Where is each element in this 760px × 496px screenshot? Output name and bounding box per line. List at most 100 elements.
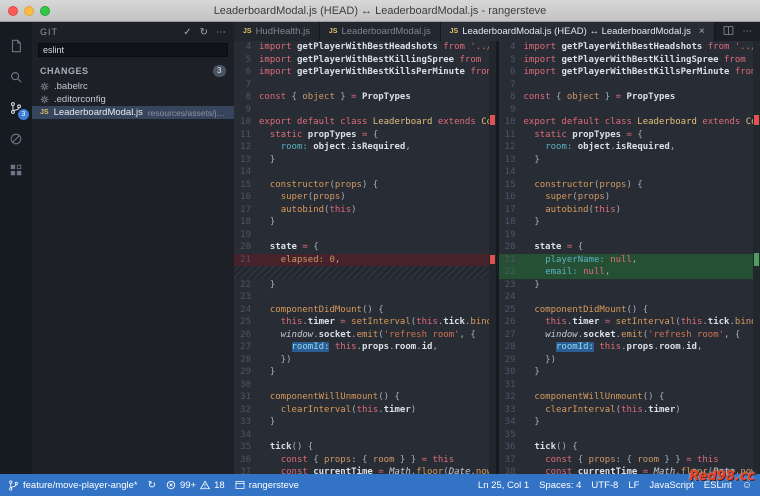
task-item[interactable]: rangersteve [230,474,304,496]
code-line[interactable]: 13 } [499,154,754,167]
code-line[interactable]: 24 [499,291,754,304]
code-line[interactable]: 11 static propTypes = { [499,129,754,142]
code-line[interactable]: 35 [499,429,754,442]
code-line[interactable]: 17 autobind(this) [234,204,489,217]
close-tab-icon[interactable]: × [699,26,705,37]
code-line[interactable]: 30 [234,379,489,392]
code-line[interactable]: 34 } [499,416,754,429]
code-line[interactable]: 21 playerName: null, [499,254,754,267]
code-line[interactable]: 16 super(props) [234,191,489,204]
code-line[interactable]: 26 this.timer = setInterval(this.tick.bi… [499,316,754,329]
zoom-window-button[interactable] [40,6,50,16]
code-line[interactable]: 29 } [234,366,489,379]
changes-section-header[interactable]: CHANGES 3 [32,63,234,80]
code-line[interactable]: 12 room: object.isRequired, [499,141,754,154]
code-line[interactable]: 9 [234,104,489,117]
code-line[interactable]: 11 static propTypes = { [234,129,489,142]
code-line[interactable]: 20 state = { [234,241,489,254]
split-editor-icon[interactable] [723,25,734,39]
code-line[interactable]: 17 autobind(this) [499,204,754,217]
encoding-item[interactable]: UTF-8 [586,474,623,496]
code-line[interactable]: 6import getPlayerWithBestKillsPerMinute … [234,66,489,79]
code-line[interactable]: 25 componentDidMount() { [499,304,754,317]
code-line[interactable]: 4import getPlayerWithBestHeadshots from … [234,41,489,54]
code-line[interactable]: 15 constructor(props) { [499,179,754,192]
code-line[interactable]: 36 const { props: { room } } = this [234,454,489,467]
code-line[interactable]: 27 window.socket.emit('refresh room', { [499,329,754,342]
more-actions-icon[interactable]: ⋯ [216,27,226,38]
commit-message-input[interactable]: eslint [38,43,228,57]
code-line[interactable]: 18 } [234,216,489,229]
code-line[interactable]: 12 room: object.isRequired, [234,141,489,154]
extensions-icon[interactable] [0,154,32,185]
search-icon[interactable] [0,61,32,92]
code-line[interactable]: 33 clearInterval(this.timer) [499,404,754,417]
code-line[interactable]: 8const { object } = PropTypes [499,91,754,104]
diff-left-pane[interactable]: 4import getPlayerWithBestHeadshots from … [234,41,496,474]
file-row-leaderboardmodal[interactable]: JS LeaderboardModal.js resources/assets/… [32,106,234,119]
code-line[interactable]: 4import getPlayerWithBestHeadshots from … [499,41,754,54]
code-line[interactable]: 7 [234,79,489,92]
file-row-editorconfig[interactable]: .editorconfig [32,93,234,106]
code-line[interactable]: 23 } [499,279,754,292]
code-line[interactable]: 26 window.socket.emit('refresh room', { [234,329,489,342]
left-overview-ruler[interactable] [489,41,496,474]
code-line[interactable]: 37 const currentTime = Math.floor(Date.n… [234,466,489,474]
code-line[interactable]: 20 state = { [499,241,754,254]
code-line[interactable]: 24 componentDidMount() { [234,304,489,317]
code-line[interactable]: 25 this.timer = setInterval(this.tick.bi… [234,316,489,329]
minimize-window-button[interactable] [24,6,34,16]
diff-right-pane[interactable]: 4import getPlayerWithBestHeadshots from … [499,41,760,474]
source-control-icon[interactable]: 3 [0,92,32,123]
code-line[interactable]: 19 [499,229,754,242]
code-line[interactable]: 31 [499,379,754,392]
code-line[interactable]: 19 [234,229,489,242]
code-line[interactable]: 37 const { props: { room } } = this [499,454,754,467]
indentation-item[interactable]: Spaces: 4 [534,474,586,496]
code-line[interactable]: 15 constructor(props) { [234,179,489,192]
code-line[interactable]: 33 } [234,416,489,429]
right-overview-ruler[interactable] [753,41,760,474]
code-line[interactable]: 32 clearInterval(this.timer) [234,404,489,417]
code-line[interactable]: 28 roomId: this.props.room.id, [499,341,754,354]
code-line[interactable] [234,266,489,279]
debug-icon[interactable] [0,123,32,154]
explorer-icon[interactable] [0,30,32,61]
code-line[interactable]: 29 }) [499,354,754,367]
code-line[interactable]: 10export default class Leaderboard exten… [499,116,754,129]
git-branch-item[interactable]: feature/move-player-angle* [3,474,143,496]
eol-item[interactable]: LF [623,474,644,496]
code-line[interactable]: 21 elapsed: 0, [234,254,489,267]
cursor-position-item[interactable]: Ln 25, Col 1 [473,474,534,496]
tab-leaderboardmodal[interactable]: JS LeaderboardModal.js [320,22,441,41]
code-line[interactable]: 36 tick() { [499,441,754,454]
code-line[interactable]: 30 } [499,366,754,379]
more-editor-actions-icon[interactable]: ⋯ [743,26,753,37]
code-line[interactable]: 7 [499,79,754,92]
close-window-button[interactable] [8,6,18,16]
code-line[interactable]: 22 } [234,279,489,292]
tab-hudhealth[interactable]: JS HudHealth.js [234,22,320,41]
code-line[interactable]: 16 super(props) [499,191,754,204]
code-line[interactable]: 22 email: null, [499,266,754,279]
commit-icon[interactable]: ✓ [183,27,191,38]
code-line[interactable]: 8const { object } = PropTypes [234,91,489,104]
file-row-babelrc[interactable]: .babelrc [32,80,234,93]
code-line[interactable]: 13 } [234,154,489,167]
code-line[interactable]: 14 [499,166,754,179]
code-line[interactable]: 32 componentWillUnmount() { [499,391,754,404]
code-line[interactable]: 6import getPlayerWithBestKillsPerMinute … [499,66,754,79]
code-line[interactable]: 23 [234,291,489,304]
code-line[interactable]: 10export default class Leaderboard exten… [234,116,489,129]
problems-item[interactable]: 99+ 18 [161,474,230,496]
code-line[interactable]: 31 componentWillUnmount() { [234,391,489,404]
code-line[interactable]: 18 } [499,216,754,229]
code-line[interactable]: 9 [499,104,754,117]
refresh-icon[interactable]: ↻ [200,27,208,38]
code-line[interactable]: 5import getPlayerWithBestKillingSpree fr… [499,54,754,67]
code-line[interactable]: 14 [234,166,489,179]
code-line[interactable]: 34 [234,429,489,442]
sync-item[interactable]: ↻ [143,474,161,496]
code-line[interactable]: 35 tick() { [234,441,489,454]
tab-leaderboardmodal-diff[interactable]: JS LeaderboardModal.js (HEAD) ↔ Leaderbo… [441,22,715,41]
